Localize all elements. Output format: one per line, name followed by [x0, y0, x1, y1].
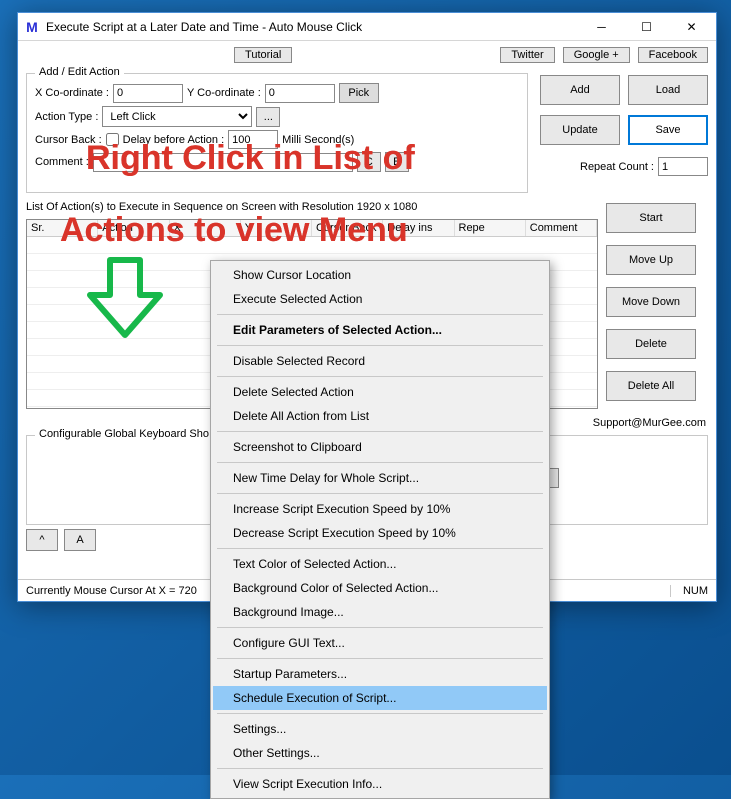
menu-item[interactable]: Background Color of Selected Action...: [213, 576, 547, 600]
menu-item[interactable]: View Script Execution Info...: [213, 772, 547, 796]
repeat-input[interactable]: [658, 157, 708, 176]
menu-separator: [217, 462, 543, 463]
annotation-line-2: Actions to view Menu: [60, 212, 408, 249]
a-button[interactable]: A: [64, 529, 96, 551]
window-title: Execute Script at a Later Date and Time …: [46, 20, 579, 34]
menu-separator: [217, 548, 543, 549]
menu-separator: [217, 713, 543, 714]
arrow-down-icon: [85, 255, 165, 345]
delete-button[interactable]: Delete: [606, 329, 696, 359]
menu-separator: [217, 376, 543, 377]
menu-separator: [217, 493, 543, 494]
y-input[interactable]: [265, 84, 335, 103]
menu-item[interactable]: Show Cursor Location: [213, 263, 547, 287]
numlock-status: NUM: [670, 585, 708, 597]
menu-separator: [217, 658, 543, 659]
comment-label: Comment :: [35, 156, 89, 168]
move-down-button[interactable]: Move Down: [606, 287, 696, 317]
menu-item[interactable]: Decrease Script Execution Speed by 10%: [213, 521, 547, 545]
menu-item[interactable]: Screenshot to Clipboard: [213, 435, 547, 459]
menu-item[interactable]: Execute Selected Action: [213, 287, 547, 311]
update-button[interactable]: Update: [540, 115, 620, 145]
annotation-line-1: Right Click in List of: [86, 140, 415, 177]
move-up-button[interactable]: Move Up: [606, 245, 696, 275]
menu-item[interactable]: Configure GUI Text...: [213, 631, 547, 655]
x-label: X Co-ordinate :: [35, 87, 109, 99]
context-menu: Show Cursor LocationExecute Selected Act…: [210, 260, 550, 799]
menu-item[interactable]: Other Settings...: [213, 741, 547, 765]
menu-separator: [217, 768, 543, 769]
y-label: Y Co-ordinate :: [187, 87, 261, 99]
action-type-select[interactable]: Left Click: [102, 106, 252, 127]
facebook-button[interactable]: Facebook: [638, 47, 708, 63]
start-button[interactable]: Start: [606, 203, 696, 233]
minimize-button[interactable]: ─: [579, 13, 624, 41]
action-type-more-button[interactable]: ...: [256, 107, 280, 127]
list-col-header[interactable]: Comment: [526, 220, 597, 236]
caret-button[interactable]: ^: [26, 529, 58, 551]
menu-separator: [217, 627, 543, 628]
menu-item[interactable]: Settings...: [213, 717, 547, 741]
delete-all-button[interactable]: Delete All: [606, 371, 696, 401]
menu-item[interactable]: Text Color of Selected Action...: [213, 552, 547, 576]
repeat-label: Repeat Count :: [580, 161, 654, 173]
app-icon: M: [24, 19, 40, 35]
titlebar: M Execute Script at a Later Date and Tim…: [18, 13, 716, 41]
menu-item[interactable]: Schedule Execution of Script...: [213, 686, 547, 710]
twitter-button[interactable]: Twitter: [500, 47, 554, 63]
add-edit-legend: Add / Edit Action: [35, 66, 124, 78]
add-button[interactable]: Add: [540, 75, 620, 105]
list-col-header[interactable]: Repe: [455, 220, 526, 236]
menu-item[interactable]: Increase Script Execution Speed by 10%: [213, 497, 547, 521]
menu-separator: [217, 431, 543, 432]
menu-separator: [217, 314, 543, 315]
shortcuts-legend: Configurable Global Keyboard Sho: [35, 428, 213, 440]
load-button[interactable]: Load: [628, 75, 708, 105]
maximize-button[interactable]: ☐: [624, 13, 669, 41]
menu-item[interactable]: Startup Parameters...: [213, 662, 547, 686]
menu-item[interactable]: Disable Selected Record: [213, 349, 547, 373]
tutorial-button[interactable]: Tutorial: [234, 47, 292, 63]
save-button[interactable]: Save: [628, 115, 708, 145]
menu-item[interactable]: Delete Selected Action: [213, 380, 547, 404]
menu-item[interactable]: Background Image...: [213, 600, 547, 624]
action-type-label: Action Type :: [35, 111, 98, 123]
menu-item[interactable]: Edit Parameters of Selected Action...: [213, 318, 547, 342]
menu-separator: [217, 345, 543, 346]
cursor-status: Currently Mouse Cursor At X = 720: [26, 585, 197, 597]
pick-button[interactable]: Pick: [339, 83, 379, 103]
close-button[interactable]: ✕: [669, 13, 714, 41]
menu-item[interactable]: Delete All Action from List: [213, 404, 547, 428]
google-plus-button[interactable]: Google +: [563, 47, 630, 63]
menu-item[interactable]: New Time Delay for Whole Script...: [213, 466, 547, 490]
x-input[interactable]: [113, 84, 183, 103]
